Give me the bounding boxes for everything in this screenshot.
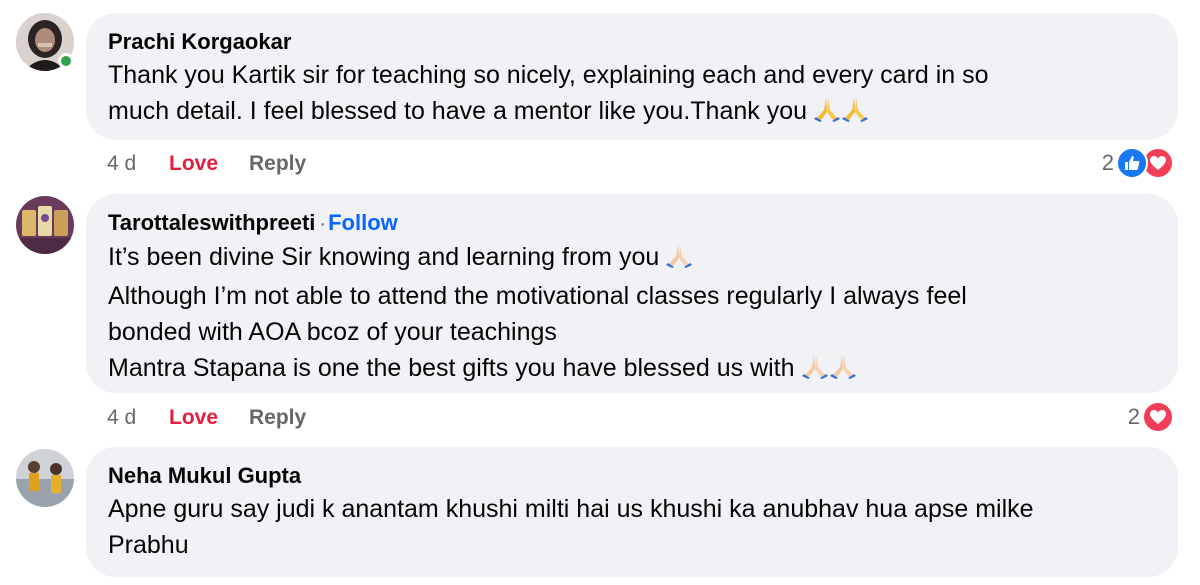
- reaction-summary[interactable]: 2: [1102, 146, 1174, 180]
- profile-photo: [16, 196, 74, 254]
- online-status-dot: [58, 53, 74, 69]
- reply-button[interactable]: Reply: [249, 152, 306, 176]
- reply-button[interactable]: Reply: [249, 406, 306, 430]
- comment-text-line-with-emoji: Mantra Stapana is one the best gifts you…: [108, 350, 1156, 389]
- timestamp[interactable]: 4 d: [107, 406, 169, 430]
- profile-photo: [16, 449, 74, 507]
- comment-text-line: Prabhu: [108, 531, 189, 559]
- comment-bubble: Tarottaleswithpreeti ·Follow It’s been di…: [86, 194, 1178, 393]
- author-name[interactable]: Neha Mukul Gupta: [108, 463, 301, 488]
- comment-actions: 4 d Love Reply: [107, 403, 306, 433]
- follow-button[interactable]: Follow: [328, 210, 398, 235]
- avatar[interactable]: [16, 13, 74, 71]
- avatar[interactable]: [16, 449, 74, 507]
- comment-bubble: Neha Mukul Gupta Apne guru say judi k an…: [86, 447, 1178, 577]
- reaction-summary[interactable]: 2: [1128, 400, 1174, 434]
- comment-text-line: Thank you Kartik sir for teaching so nic…: [108, 61, 989, 89]
- love-button[interactable]: Love: [169, 152, 249, 176]
- folded-hands-icon: [829, 353, 857, 389]
- reaction-count: 2: [1101, 150, 1114, 175]
- heart-icon: [1142, 401, 1174, 433]
- timestamp[interactable]: 4 d: [107, 152, 169, 176]
- comment-actions: 4 d Love Reply: [107, 149, 306, 179]
- comment-text: Mantra Stapana is one the best gifts you…: [108, 354, 795, 382]
- comment-text: It’s been divine Sir knowing and learnin…: [108, 243, 660, 271]
- folded-hands-icon: [841, 96, 869, 132]
- avatar[interactable]: [16, 196, 74, 254]
- comment-text-line-with-emoji: It’s been divine Sir knowing and learnin…: [108, 239, 1156, 278]
- comment-bubble: Prachi Korgaokar Thank you Kartik sir fo…: [86, 13, 1178, 140]
- love-button[interactable]: Love: [169, 406, 249, 430]
- author-name[interactable]: Tarottaleswithpreeti: [108, 210, 315, 235]
- folded-hands-icon: [801, 353, 829, 389]
- comment-text-line: bonded with AOA bcoz of your teachings: [108, 318, 557, 346]
- separator-dot: ·: [319, 213, 327, 235]
- comment-text-line-with-emoji: much detail. I feel blessed to have a me…: [108, 93, 1156, 132]
- comment-text: much detail. I feel blessed to have a me…: [108, 97, 807, 125]
- like-icon: [1116, 147, 1148, 179]
- folded-hands-icon: [813, 96, 841, 132]
- comment-text-line: Apne guru say judi k anantam khushi milt…: [108, 495, 1034, 523]
- comment-text-line: Although I’m not able to attend the moti…: [108, 282, 967, 310]
- author-name[interactable]: Prachi Korgaokar: [108, 29, 291, 54]
- folded-hands-icon: [665, 242, 693, 278]
- reaction-count: 2: [1127, 404, 1140, 429]
